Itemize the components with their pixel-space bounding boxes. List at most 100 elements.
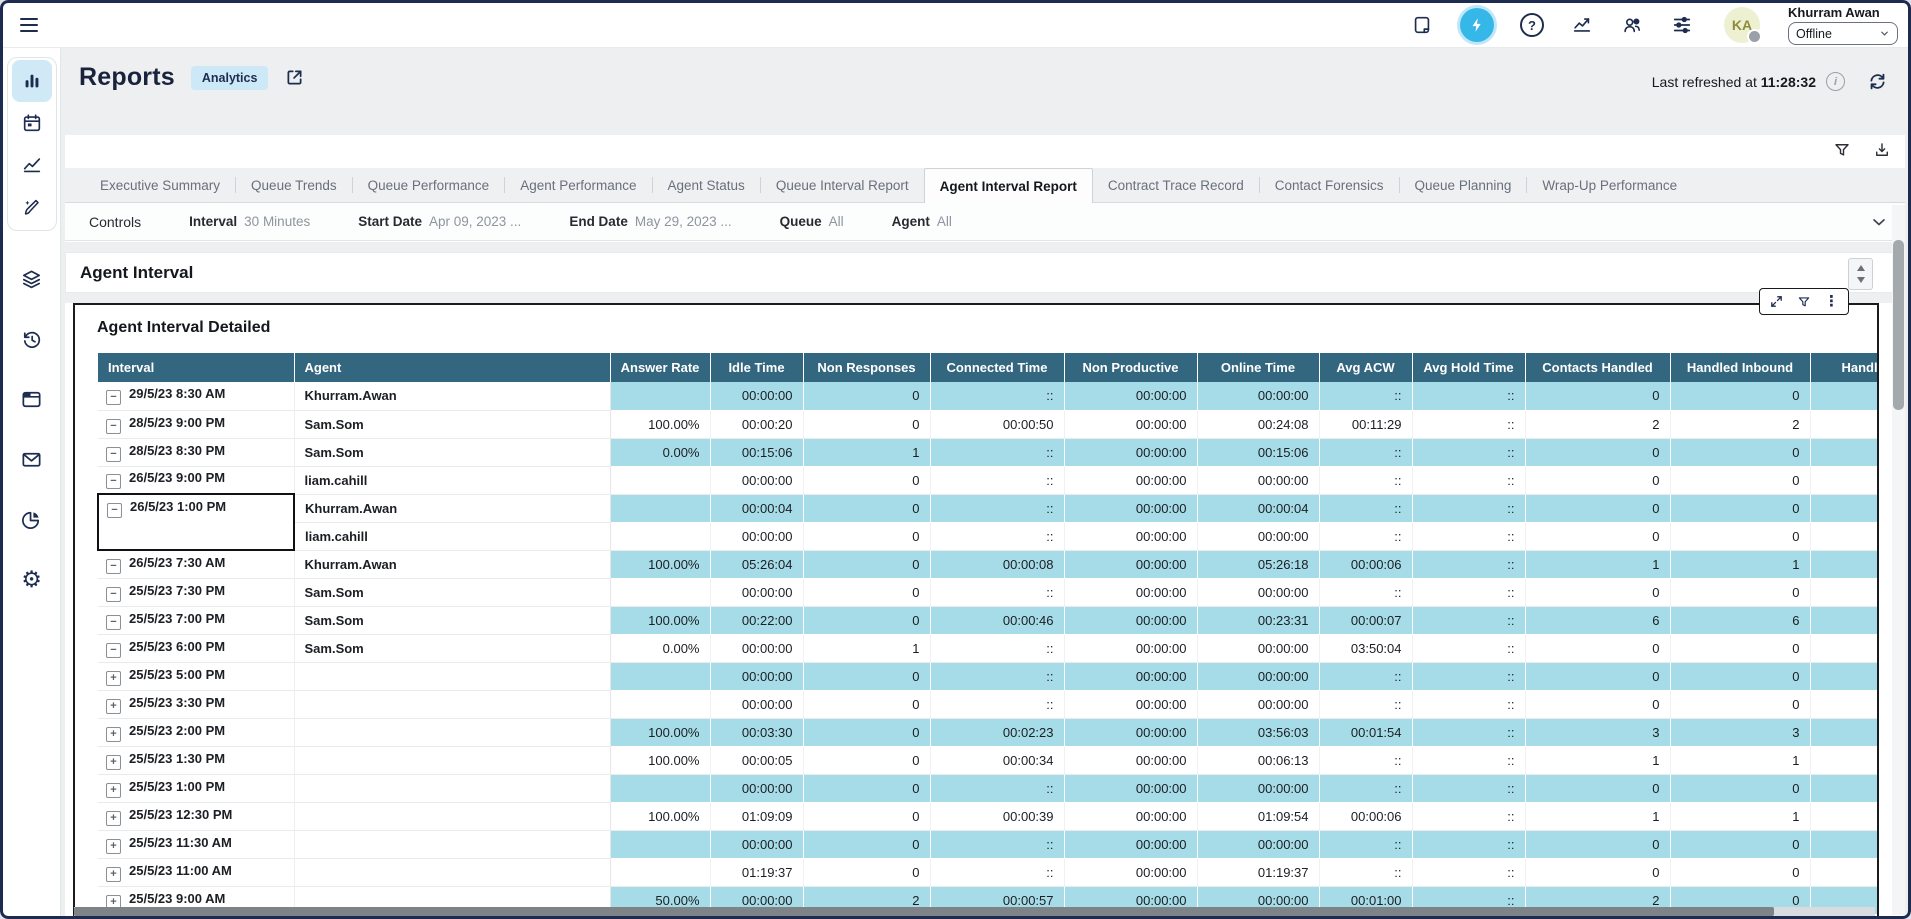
value-cell[interactable] <box>610 578 710 606</box>
table-row[interactable]: +25/5/23 5:00 PM00:00:000::00:00:0000:00… <box>98 662 1877 690</box>
value-cell[interactable]: 1 <box>1670 802 1810 830</box>
table-row[interactable]: −25/5/23 7:00 PMSam.Som100.00%00:22:0000… <box>98 606 1877 634</box>
value-cell[interactable]: :: <box>1412 382 1525 410</box>
value-cell[interactable]: 01:09:54 <box>1197 802 1319 830</box>
value-cell[interactable]: 0 <box>803 662 930 690</box>
interval-cell[interactable]: −28/5/23 9:00 PM <box>98 410 294 438</box>
column-header-non-productive[interactable]: Non Productive <box>1064 353 1197 382</box>
value-cell[interactable] <box>1810 634 1877 662</box>
value-cell[interactable]: 03:50:04 <box>1319 634 1412 662</box>
collapse-row-icon[interactable]: − <box>106 419 121 434</box>
value-cell[interactable]: 00:11:29 <box>1319 410 1412 438</box>
agent-cell[interactable]: Khurram.Awan <box>294 550 610 578</box>
value-cell[interactable]: 0 <box>803 746 930 774</box>
table-row[interactable]: +25/5/23 11:00 AM01:19:370::00:00:0001:1… <box>98 858 1877 886</box>
table-row[interactable]: −25/5/23 6:00 PMSam.Som0.00%00:00:001::0… <box>98 634 1877 662</box>
value-cell[interactable]: :: <box>1412 550 1525 578</box>
value-cell[interactable]: 00:15:06 <box>710 438 803 466</box>
table-row[interactable]: +25/5/23 1:30 PM100.00%00:00:05000:00:34… <box>98 746 1877 774</box>
value-cell[interactable]: 00:00:00 <box>1197 690 1319 718</box>
value-cell[interactable] <box>1810 550 1877 578</box>
value-cell[interactable] <box>610 858 710 886</box>
value-cell[interactable]: 2 <box>1670 410 1810 438</box>
value-cell[interactable]: 00:00:08 <box>930 550 1064 578</box>
agent-cell[interactable]: Khurram.Awan <box>294 382 610 410</box>
value-cell[interactable] <box>610 774 710 802</box>
agent-cell[interactable]: Sam.Som <box>294 438 610 466</box>
value-cell[interactable]: 0 <box>1670 858 1810 886</box>
value-cell[interactable]: :: <box>930 774 1064 802</box>
table-row[interactable]: −25/5/23 7:30 PMSam.Som00:00:000::00:00:… <box>98 578 1877 606</box>
value-cell[interactable]: 0 <box>1525 522 1670 550</box>
value-cell[interactable]: 0 <box>803 466 930 494</box>
value-cell[interactable] <box>610 830 710 858</box>
value-cell[interactable]: 0 <box>1670 578 1810 606</box>
expand-row-icon[interactable]: + <box>106 755 121 770</box>
value-cell[interactable] <box>1810 494 1877 522</box>
agent-cell[interactable] <box>294 802 610 830</box>
value-cell[interactable]: :: <box>1319 382 1412 410</box>
value-cell[interactable]: 00:00:00 <box>1064 578 1197 606</box>
value-cell[interactable] <box>1810 774 1877 802</box>
value-cell[interactable] <box>1810 606 1877 634</box>
value-cell[interactable]: 01:19:37 <box>1197 858 1319 886</box>
value-cell[interactable]: :: <box>1412 494 1525 522</box>
agent-cell[interactable] <box>294 774 610 802</box>
collapse-row-icon[interactable]: − <box>106 615 121 630</box>
value-cell[interactable] <box>1810 662 1877 690</box>
value-cell[interactable]: 00:00:00 <box>1064 410 1197 438</box>
value-cell[interactable]: 01:09:09 <box>710 802 803 830</box>
value-cell[interactable]: 1 <box>1525 802 1670 830</box>
value-cell[interactable]: 00:03:30 <box>710 718 803 746</box>
interval-cell[interactable]: −25/5/23 6:00 PM <box>98 634 294 662</box>
value-cell[interactable]: 0 <box>1670 438 1810 466</box>
agent-cell[interactable]: liam.cahill <box>294 466 610 494</box>
tab-queue-planning[interactable]: Queue Planning <box>1400 168 1527 202</box>
value-cell[interactable]: :: <box>930 382 1064 410</box>
interval-cell[interactable]: −29/5/23 8:30 AM <box>98 382 294 410</box>
spinner-up-icon[interactable] <box>1857 265 1865 271</box>
value-cell[interactable]: 00:00:00 <box>1064 382 1197 410</box>
value-cell[interactable]: :: <box>1412 410 1525 438</box>
value-cell[interactable]: :: <box>1319 438 1412 466</box>
value-cell[interactable]: 00:00:00 <box>1197 830 1319 858</box>
value-cell[interactable]: 0 <box>1670 830 1810 858</box>
value-cell[interactable]: :: <box>930 662 1064 690</box>
tab-executive-summary[interactable]: Executive Summary <box>85 168 235 202</box>
value-cell[interactable]: 0 <box>1525 438 1670 466</box>
value-cell[interactable] <box>610 466 710 494</box>
table-row[interactable]: −26/5/23 1:00 PMKhurram.Awan00:00:040::0… <box>98 494 1877 522</box>
value-cell[interactable]: 0 <box>1670 522 1810 550</box>
column-header-connected-time[interactable]: Connected Time <box>930 353 1064 382</box>
value-cell[interactable]: 1 <box>1670 550 1810 578</box>
value-cell[interactable] <box>1810 690 1877 718</box>
value-cell[interactable]: 0 <box>803 494 930 522</box>
agent-cell[interactable] <box>294 662 610 690</box>
value-cell[interactable] <box>1810 746 1877 774</box>
value-cell[interactable]: 00:00:00 <box>1064 634 1197 662</box>
status-dropdown[interactable]: Offline <box>1788 22 1898 45</box>
value-cell[interactable]: 00:01:54 <box>1319 718 1412 746</box>
value-cell[interactable]: 01:19:37 <box>710 858 803 886</box>
value-cell[interactable]: 2 <box>1525 410 1670 438</box>
value-cell[interactable]: 03:56:03 <box>1197 718 1319 746</box>
table-row[interactable]: +25/5/23 2:00 PM100.00%00:03:30000:02:23… <box>98 718 1877 746</box>
value-cell[interactable] <box>610 662 710 690</box>
value-cell[interactable]: 0 <box>803 858 930 886</box>
user-avatar[interactable]: KA <box>1724 7 1760 43</box>
value-cell[interactable] <box>1810 466 1877 494</box>
control-start-date[interactable]: Start DateApr 09, 2023 ... <box>358 214 521 229</box>
value-cell[interactable]: :: <box>1412 438 1525 466</box>
sidebar-item-line-chart[interactable] <box>12 144 52 186</box>
value-cell[interactable]: 0 <box>1525 858 1670 886</box>
agent-cell[interactable]: liam.cahill <box>294 522 610 550</box>
tab-queue-interval-report[interactable]: Queue Interval Report <box>761 168 924 202</box>
value-cell[interactable]: 0 <box>1670 634 1810 662</box>
value-cell[interactable] <box>1810 410 1877 438</box>
value-cell[interactable]: 0 <box>803 830 930 858</box>
value-cell[interactable]: 0.00% <box>610 634 710 662</box>
collapse-row-icon[interactable]: − <box>106 587 121 602</box>
kebab-menu-icon[interactable]: ⋮ <box>1824 294 1839 309</box>
value-cell[interactable]: 0 <box>803 578 930 606</box>
value-cell[interactable]: 00:00:00 <box>710 382 803 410</box>
